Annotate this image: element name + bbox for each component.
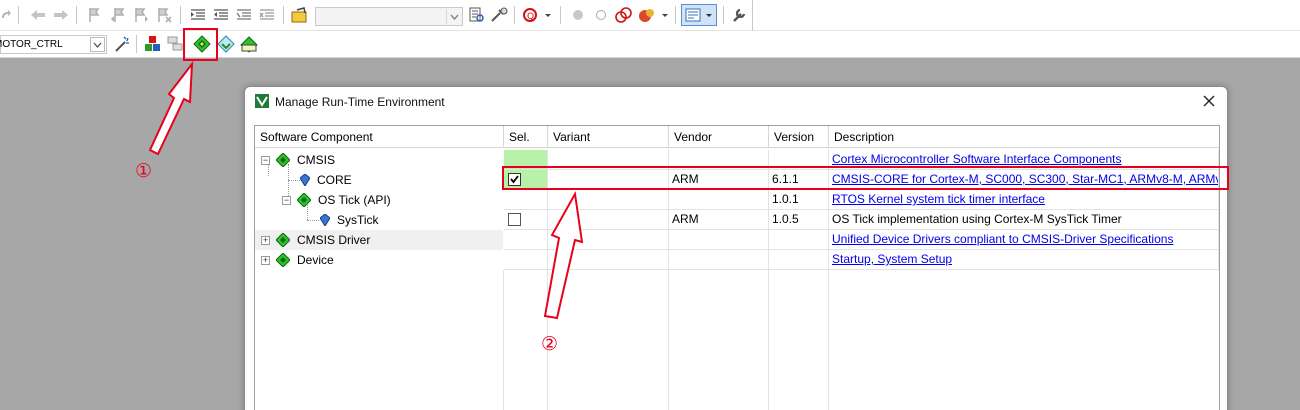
green-diamond-icon	[276, 233, 290, 247]
collapse-icon[interactable]: −	[282, 196, 291, 205]
description-link[interactable]: Startup, System Setup	[829, 250, 1219, 270]
breakpoint-kill-all-icon[interactable]	[637, 5, 669, 25]
expand-icon[interactable]: +	[261, 236, 270, 245]
vendor-cell	[669, 230, 769, 250]
vendor-cell	[669, 190, 769, 210]
breakpoint-insert-icon[interactable]	[568, 5, 588, 25]
component-label: CMSIS Driver	[297, 233, 371, 247]
target-options-icon[interactable]	[112, 34, 132, 54]
find-replace-icon[interactable]	[489, 5, 509, 25]
component-label: OS Tick (API)	[318, 193, 391, 207]
dialog-title: Manage Run-Time Environment	[275, 95, 445, 109]
close-icon[interactable]	[1201, 93, 1217, 109]
annotation-marker-1: ①	[135, 160, 153, 182]
component-gem-icon	[300, 174, 310, 186]
version-cell	[769, 230, 829, 250]
highlight-core-row	[502, 166, 1229, 190]
toolbar-separator	[560, 6, 561, 24]
tree-row-cmsis-driver[interactable]: + CMSIS Driver	[255, 230, 503, 250]
green-diamond-icon	[276, 153, 290, 167]
column-divider	[768, 270, 769, 410]
description-link[interactable]: RTOS Kernel system tick timer interface	[829, 190, 1219, 210]
toolbar-separator	[18, 6, 19, 24]
toolbar-separator	[76, 6, 77, 24]
unindent-icon[interactable]	[211, 5, 231, 25]
version-cell: 1.0.1	[769, 190, 829, 210]
description-link[interactable]: Unified Device Drivers compliant to CMSI…	[829, 230, 1219, 250]
select-checkbox-systick[interactable]	[508, 213, 521, 226]
redo-icon[interactable]	[0, 5, 12, 25]
annotation-marker-2: ②	[541, 333, 559, 355]
column-divider	[828, 270, 829, 410]
vendor-cell: ARM	[669, 210, 769, 230]
navigate-forward-icon[interactable]	[51, 5, 71, 25]
tree-row-core[interactable]: CORE	[255, 170, 503, 190]
manage-rte-dialog: Manage Run-Time Environment Software Com…	[244, 86, 1228, 410]
navigate-back-icon[interactable]	[28, 5, 48, 25]
column-header-description[interactable]: Description	[829, 126, 1219, 148]
main-toolbar: Q	[0, 0, 1300, 31]
green-diamond-icon	[297, 193, 311, 207]
version-cell	[769, 250, 829, 270]
tree-row-cmsis[interactable]: − CMSIS	[255, 150, 503, 170]
target-select[interactable]: MOTOR_CTRL	[0, 35, 107, 54]
toolbar-separator	[514, 6, 515, 24]
highlight-manage-rte-button	[183, 28, 218, 61]
comment-icon[interactable]	[234, 5, 254, 25]
bookmark-prev-icon[interactable]	[108, 5, 128, 25]
breakpoint-disable-all-icon[interactable]	[614, 5, 634, 25]
pack-installer-icon[interactable]	[216, 34, 236, 54]
toolbar-separator	[723, 6, 724, 24]
breakpoint-enable-icon[interactable]	[591, 5, 611, 25]
column-header-vendor[interactable]: Vendor	[669, 126, 769, 148]
expand-icon[interactable]: +	[261, 256, 270, 265]
annotation-arrow-2	[543, 190, 584, 320]
bookmark-toggle-icon[interactable]	[84, 5, 104, 25]
toolbar-separator	[283, 6, 284, 24]
keil-app-icon	[255, 94, 269, 108]
find-combo[interactable]	[315, 7, 463, 26]
uncomment-icon[interactable]	[257, 5, 277, 25]
svg-text:Q: Q	[527, 12, 534, 22]
vendor-cell	[669, 250, 769, 270]
toolbar-separator	[136, 35, 137, 53]
column-divider	[503, 270, 504, 410]
debug-session-icon[interactable]: Q	[521, 5, 553, 25]
configure-wrench-icon[interactable]	[729, 5, 749, 25]
dialog-title-bar: Manage Run-Time Environment	[245, 87, 1227, 117]
bookmark-next-icon[interactable]	[131, 5, 151, 25]
component-label: Device	[297, 253, 334, 267]
software-packs-icon[interactable]	[239, 34, 259, 54]
toolbar-separator	[675, 6, 676, 24]
component-label: CMSIS	[297, 153, 336, 167]
chevron-down-icon[interactable]	[446, 9, 461, 24]
column-divider	[668, 270, 669, 410]
file-extensions-icon[interactable]	[143, 34, 163, 54]
component-label: SysTick	[337, 213, 379, 227]
tree-row-systick[interactable]: SysTick	[255, 210, 503, 230]
annotation-arrow-1	[148, 60, 194, 156]
collapse-icon[interactable]: −	[261, 156, 270, 165]
chevron-down-icon[interactable]	[90, 37, 105, 52]
indent-icon[interactable]	[188, 5, 208, 25]
green-diamond-icon	[276, 253, 290, 267]
toolbar-separator	[752, 0, 753, 31]
column-header-sel[interactable]: Sel.	[504, 126, 548, 148]
incremental-find-icon[interactable]	[467, 5, 487, 25]
toolbar-separator	[180, 6, 181, 24]
tree-row-device[interactable]: + Device	[255, 250, 503, 270]
column-header-variant[interactable]: Variant	[548, 126, 669, 148]
bookmark-clear-icon[interactable]	[154, 5, 174, 25]
tree-row-os-tick[interactable]: − OS Tick (API)	[255, 190, 503, 210]
description-text: OS Tick implementation using Cortex-M Sy…	[829, 210, 1219, 230]
component-gem-icon	[320, 214, 330, 226]
window-layout-button[interactable]	[681, 4, 717, 26]
column-header-version[interactable]: Version	[769, 126, 829, 148]
column-header-component[interactable]: Software Component	[255, 126, 504, 148]
component-label: CORE	[317, 173, 352, 187]
find-in-files-icon[interactable]	[290, 5, 310, 25]
version-cell: 1.0.5	[769, 210, 829, 230]
target-select-value: MOTOR_CTRL	[0, 39, 63, 50]
